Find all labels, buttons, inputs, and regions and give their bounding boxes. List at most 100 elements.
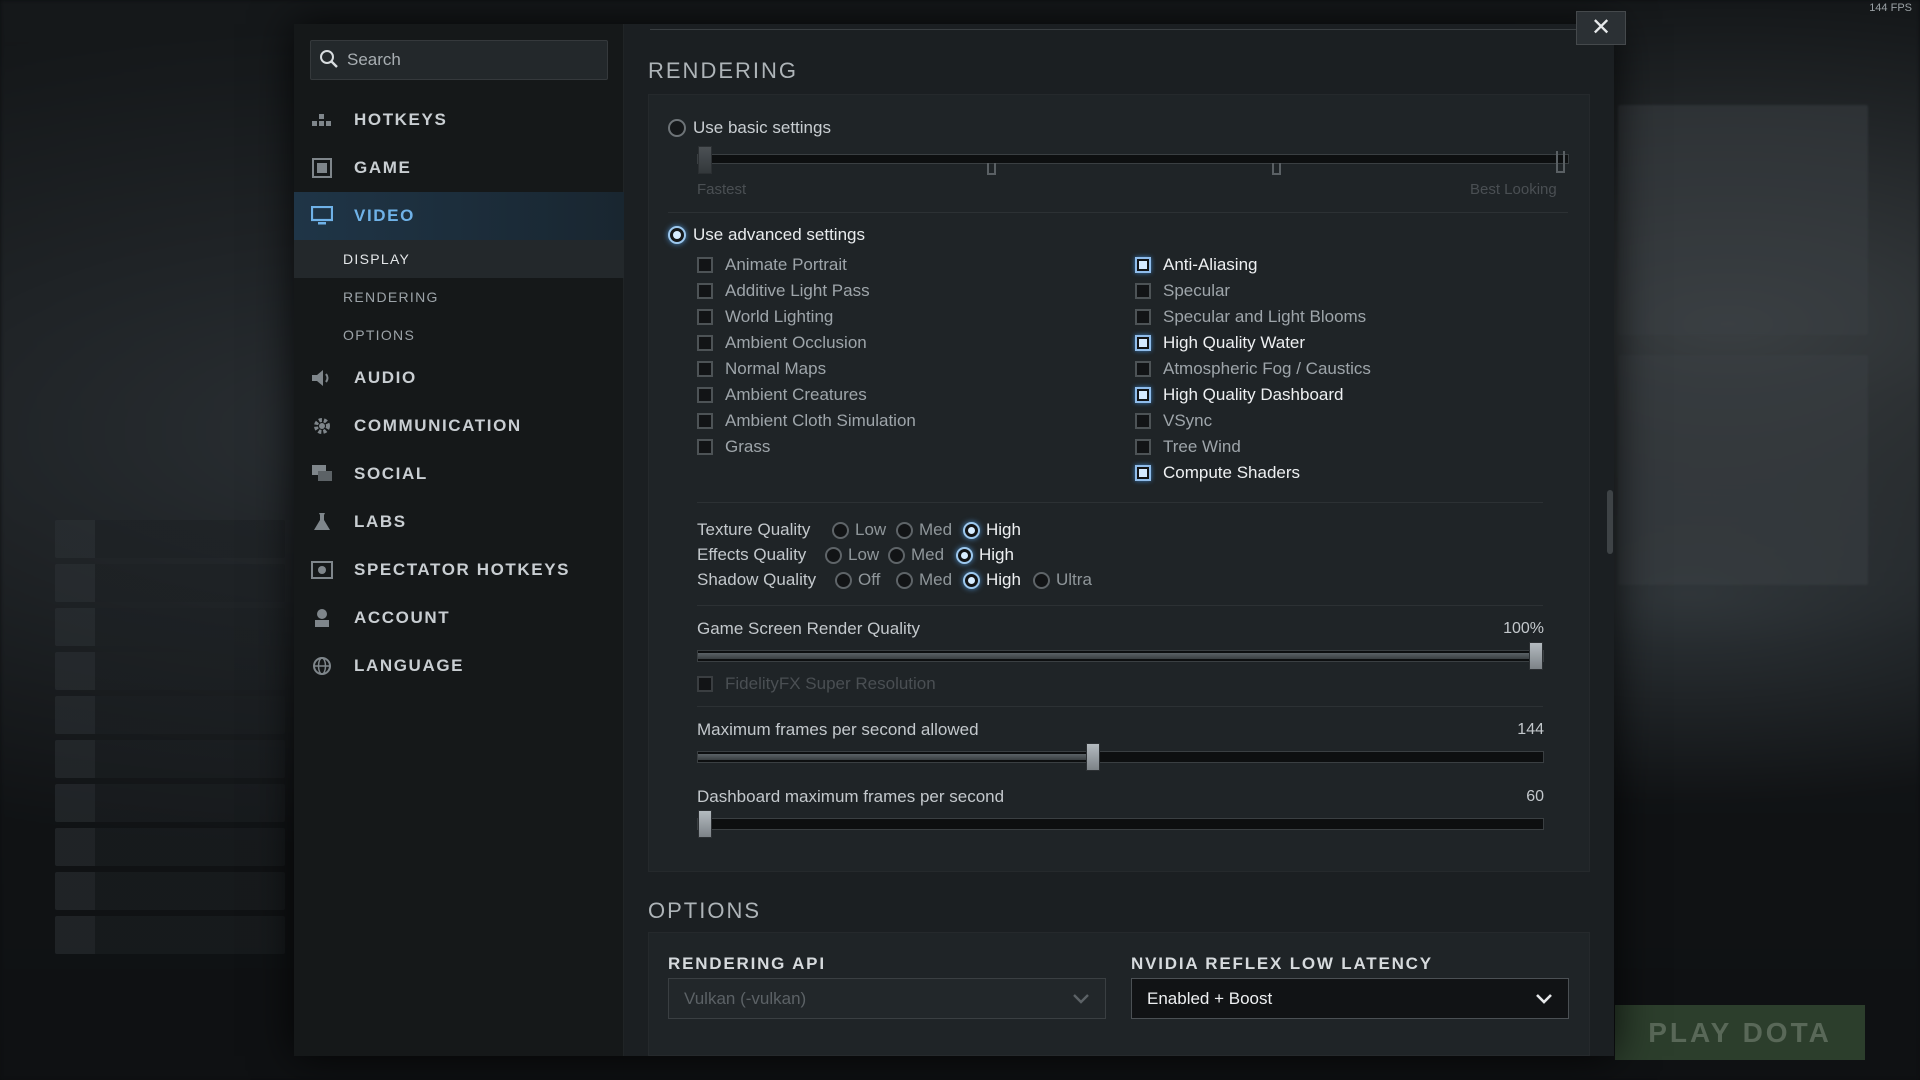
nav-item-audio[interactable]: AUDIO bbox=[294, 354, 624, 402]
checkbox-indicator bbox=[1135, 335, 1151, 351]
effects-quality-med-radio[interactable]: Med bbox=[888, 545, 944, 565]
high-quality-water-checkbox[interactable]: High Quality Water bbox=[1135, 333, 1305, 353]
checkbox-label: Ambient Creatures bbox=[725, 385, 867, 404]
checkbox-indicator bbox=[697, 676, 713, 692]
checkbox-indicator bbox=[697, 309, 713, 325]
basic-quality-slider[interactable] bbox=[697, 146, 1569, 175]
checkbox-indicator bbox=[1135, 387, 1151, 403]
animate-portrait-checkbox[interactable]: Animate Portrait bbox=[697, 255, 847, 275]
nav-item-language[interactable]: LANGUAGE bbox=[294, 642, 624, 690]
subnav-item-options[interactable]: OPTIONS bbox=[294, 316, 624, 354]
checkbox-label: Specular and Light Blooms bbox=[1163, 307, 1367, 326]
shadow-quality-high-radio[interactable]: High bbox=[963, 570, 1021, 590]
checkbox-indicator bbox=[1135, 361, 1151, 377]
radio-label: Med bbox=[919, 520, 953, 539]
checkbox-indicator bbox=[1135, 413, 1151, 429]
nav-item-video[interactable]: VIDEO bbox=[294, 192, 624, 240]
atmospheric-fog-checkbox[interactable]: Atmospheric Fog / Caustics bbox=[1135, 359, 1371, 379]
settings-nav: HOTKEYS GAME VIDEO DISPLAY RENDERING OPT… bbox=[294, 96, 624, 690]
use-advanced-settings-radio[interactable]: Use advanced settings bbox=[668, 225, 865, 245]
hotkeys-icon bbox=[310, 108, 334, 132]
compute-shaders-checkbox[interactable]: Compute Shaders bbox=[1135, 463, 1300, 483]
fps-counter: 144 FPS bbox=[1869, 2, 1912, 14]
use-basic-settings-radio[interactable]: Use basic settings bbox=[668, 118, 831, 138]
checkbox-indicator bbox=[697, 283, 713, 299]
scrollbar-thumb[interactable] bbox=[1607, 490, 1613, 554]
specular-checkbox[interactable]: Specular bbox=[1135, 281, 1230, 301]
basic-slider-thumb[interactable] bbox=[698, 146, 712, 174]
radio-indicator bbox=[896, 571, 913, 589]
nav-item-label: AUDIO bbox=[354, 368, 417, 387]
anti-aliasing-checkbox[interactable]: Anti-Aliasing bbox=[1135, 255, 1258, 275]
slider-fill bbox=[698, 653, 1536, 659]
nav-item-spectator-hotkeys[interactable]: SPECTATOR HOTKEYS bbox=[294, 546, 624, 594]
search-input[interactable] bbox=[347, 41, 597, 79]
additive-light-pass-checkbox[interactable]: Additive Light Pass bbox=[697, 281, 870, 301]
nav-item-label: HOTKEYS bbox=[354, 110, 448, 129]
close-button[interactable]: ✕ bbox=[1576, 11, 1626, 45]
checkbox-label: FidelityFX Super Resolution bbox=[725, 674, 936, 693]
user-icon bbox=[310, 606, 334, 630]
render-quality-slider[interactable] bbox=[697, 642, 1544, 670]
checkbox-indicator bbox=[1135, 309, 1151, 325]
subnav-item-display[interactable]: DISPLAY bbox=[294, 240, 624, 278]
nav-item-communication[interactable]: COMMUNICATION bbox=[294, 402, 624, 450]
radio-label: Ultra bbox=[1056, 570, 1092, 589]
nav-item-labs[interactable]: LABS bbox=[294, 498, 624, 546]
nvidia-reflex-dropdown[interactable]: Enabled + Boost bbox=[1131, 978, 1569, 1019]
nav-item-hotkeys[interactable]: HOTKEYS bbox=[294, 96, 624, 144]
max-fps-value: 144 bbox=[1517, 721, 1544, 738]
nav-item-label: ACCOUNT bbox=[354, 608, 451, 627]
search-box[interactable] bbox=[310, 40, 608, 80]
slider-thumb[interactable] bbox=[698, 810, 712, 838]
radio-label: High bbox=[986, 520, 1021, 539]
dashboard-fps-slider[interactable] bbox=[697, 810, 1544, 838]
nav-item-social[interactable]: SOCIAL bbox=[294, 450, 624, 498]
fidelityfx-checkbox[interactable]: FidelityFX Super Resolution bbox=[697, 674, 936, 694]
subnav-item-rendering[interactable]: RENDERING bbox=[294, 278, 624, 316]
shadow-quality-off-radio[interactable]: Off bbox=[835, 570, 880, 590]
texture-quality-med-radio[interactable]: Med bbox=[896, 520, 952, 540]
checkbox-label: Animate Portrait bbox=[725, 255, 847, 274]
texture-quality-high-radio[interactable]: High bbox=[963, 520, 1021, 540]
specular-light-blooms-checkbox[interactable]: Specular and Light Blooms bbox=[1135, 307, 1366, 327]
normal-maps-checkbox[interactable]: Normal Maps bbox=[697, 359, 826, 379]
radio-indicator bbox=[668, 226, 686, 244]
flask-icon bbox=[310, 510, 334, 534]
tree-wind-checkbox[interactable]: Tree Wind bbox=[1135, 437, 1241, 457]
vsync-checkbox[interactable]: VSync bbox=[1135, 411, 1212, 431]
radio-indicator bbox=[888, 546, 905, 564]
max-fps-slider[interactable] bbox=[697, 743, 1544, 771]
radio-label: Med bbox=[911, 545, 945, 564]
radio-indicator bbox=[668, 119, 686, 137]
grass-checkbox[interactable]: Grass bbox=[697, 437, 770, 457]
ambient-occlusion-checkbox[interactable]: Ambient Occlusion bbox=[697, 333, 867, 353]
game-icon bbox=[310, 156, 334, 180]
divider bbox=[697, 502, 1543, 503]
effects-quality-low-radio[interactable]: Low bbox=[825, 545, 879, 565]
nav-item-game[interactable]: GAME bbox=[294, 144, 624, 192]
checkbox-label: World Lighting bbox=[725, 307, 834, 326]
background-play-button: PLAY DOTA bbox=[1615, 1005, 1865, 1060]
shadow-quality-ultra-radio[interactable]: Ultra bbox=[1033, 570, 1092, 590]
slider-fill bbox=[698, 754, 1093, 760]
radio-label: Off bbox=[858, 570, 881, 589]
checkbox-indicator bbox=[1135, 257, 1151, 273]
checkbox-label: Anti-Aliasing bbox=[1163, 255, 1258, 274]
effects-quality-high-radio[interactable]: High bbox=[956, 545, 1014, 565]
texture-quality-low-radio[interactable]: Low bbox=[832, 520, 886, 540]
slider-tick bbox=[1556, 151, 1565, 173]
shadow-quality-med-radio[interactable]: Med bbox=[896, 570, 952, 590]
slider-thumb[interactable] bbox=[1529, 642, 1543, 670]
rendering-api-dropdown[interactable]: Vulkan (-vulkan) bbox=[668, 978, 1106, 1019]
radio-indicator bbox=[835, 571, 852, 589]
radio-label: High bbox=[979, 545, 1014, 564]
nav-item-account[interactable]: ACCOUNT bbox=[294, 594, 624, 642]
ambient-creatures-checkbox[interactable]: Ambient Creatures bbox=[697, 385, 867, 405]
checkbox-indicator bbox=[697, 439, 713, 455]
radio-indicator bbox=[832, 521, 849, 539]
world-lighting-checkbox[interactable]: World Lighting bbox=[697, 307, 833, 327]
ambient-cloth-simulation-checkbox[interactable]: Ambient Cloth Simulation bbox=[697, 411, 916, 431]
high-quality-dashboard-checkbox[interactable]: High Quality Dashboard bbox=[1135, 385, 1343, 405]
slider-thumb[interactable] bbox=[1086, 743, 1100, 771]
